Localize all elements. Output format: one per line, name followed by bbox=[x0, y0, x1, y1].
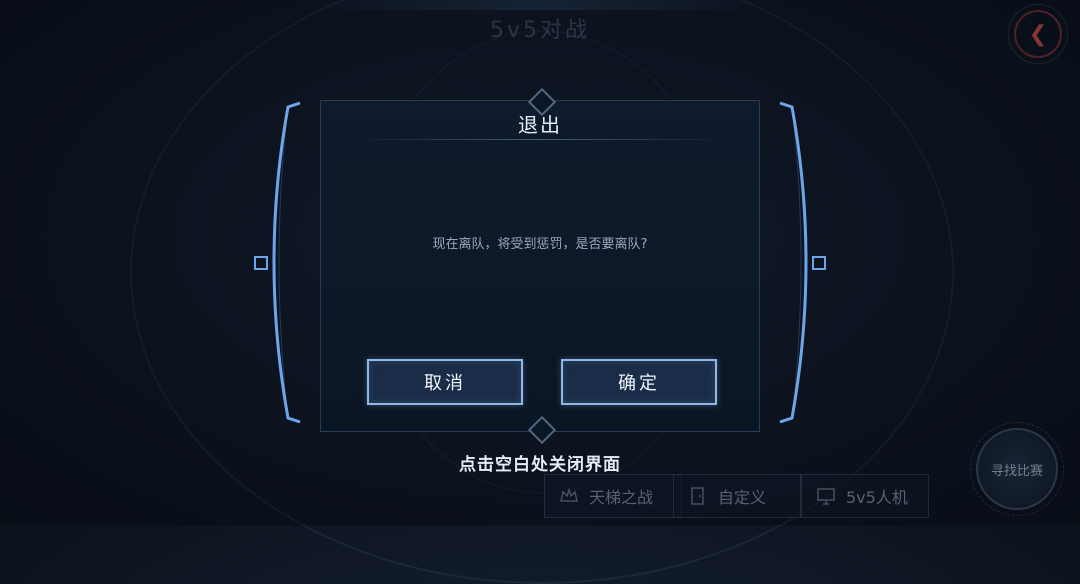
left-bracket-square bbox=[254, 256, 268, 270]
dialog-title: 退出 bbox=[518, 113, 562, 137]
confirm-button[interactable]: 确定 bbox=[561, 359, 717, 405]
right-bracket-square bbox=[812, 256, 826, 270]
close-hint-text: 点击空白处关闭界面 bbox=[459, 455, 621, 475]
title-divider bbox=[351, 139, 729, 140]
dialog-message: 现在离队，将受到惩罚，是否要离队? bbox=[432, 237, 648, 252]
cancel-button[interactable]: 取消 bbox=[367, 359, 523, 405]
exit-dialog: 退出 现在离队，将受到惩罚，是否要离队? 取消 确定 bbox=[320, 87, 760, 445]
